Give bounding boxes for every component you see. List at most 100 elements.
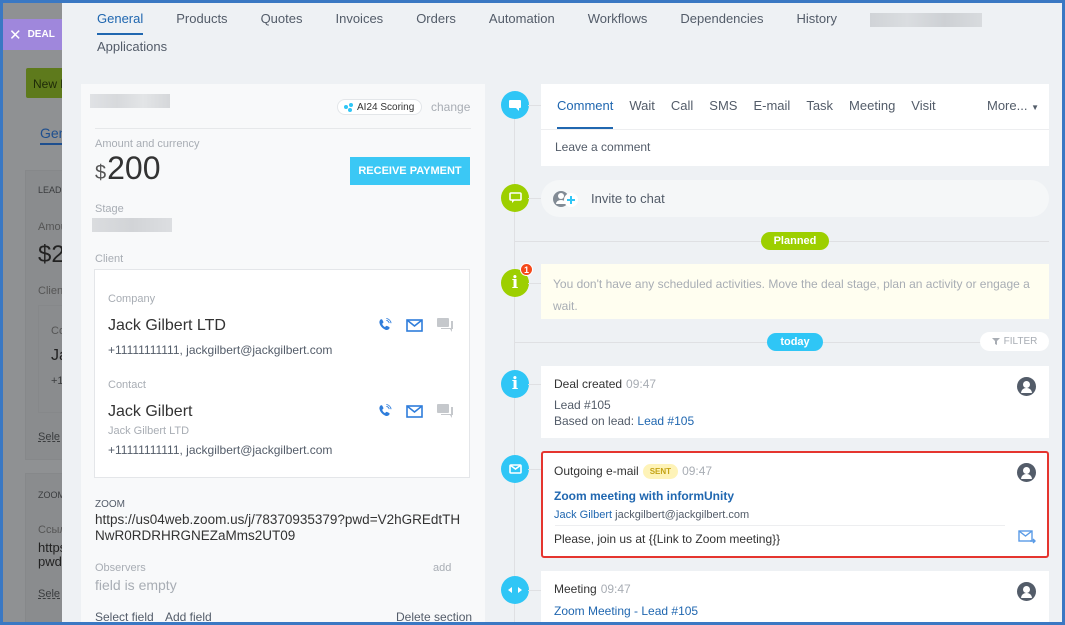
close-deal-tab[interactable]: ✕ DEAL <box>3 19 63 50</box>
today-pill: today <box>767 333 823 351</box>
editor-tab-wait[interactable]: Wait <box>629 84 655 129</box>
client-label: Client <box>95 253 124 265</box>
ai-scoring-badge[interactable]: AI24 Scoring <box>337 99 423 115</box>
chat-icon[interactable] <box>437 318 454 333</box>
change-link[interactable]: change <box>431 100 470 114</box>
phone-icon[interactable] <box>377 318 392 333</box>
ai-scoring-label: AI24 Scoring <box>357 101 415 113</box>
observers-add-link[interactable]: add <box>433 562 451 574</box>
editor-tab-meeting[interactable]: Meeting <box>849 84 895 129</box>
stage-value-redacted[interactable] <box>92 218 172 232</box>
filter-label: FILTER <box>1003 336 1038 347</box>
tab-redacted[interactable] <box>869 13 982 27</box>
tab-applications[interactable]: Applications <box>97 39 167 59</box>
item-based-on: Based on lead: Lead #105 <box>554 414 694 428</box>
lead-link[interactable]: Lead #105 <box>637 414 694 428</box>
divider <box>95 128 471 129</box>
author-avatar-icon[interactable] <box>1017 377 1036 396</box>
observers-label: Observers <box>95 562 146 574</box>
email-icon[interactable] <box>406 319 423 332</box>
email-body: Please, join us at {{Link to Zoom meetin… <box>554 532 781 546</box>
recipient-name-link[interactable]: Jack Gilbert <box>554 509 612 521</box>
info-icon: i <box>501 370 529 398</box>
contact-actions <box>377 404 454 419</box>
tab-quotes[interactable]: Quotes <box>261 11 303 31</box>
deal-slider-panel: General Products Quotes Invoices Orders … <box>62 3 1062 622</box>
amount-value: $200 <box>95 150 161 187</box>
company-actions <box>377 318 454 333</box>
observers-empty: field is empty <box>95 577 177 593</box>
item-time: 09:47 <box>682 464 713 478</box>
editor-tab-task[interactable]: Task <box>806 84 833 129</box>
editor-more-dropdown[interactable]: More... ▼ <box>987 98 1039 113</box>
contact-details: +11111111111, jackgilbert@jackgilbert.co… <box>108 443 333 457</box>
filter-icon <box>991 338 1000 345</box>
chat-icon <box>501 184 529 212</box>
bg-url-line2: pwd <box>38 554 62 569</box>
zoom-url[interactable]: https://us04web.zoom.us/j/78370935379?pw… <box>95 512 465 544</box>
bg-select-link: Sele <box>38 431 61 443</box>
reply-email-icon[interactable] <box>1018 530 1036 549</box>
editor-tab-email[interactable]: E-mail <box>753 84 790 129</box>
email-recipient: Jack Gilbert jackgilbert@jackgilbert.com <box>554 509 749 521</box>
company-details: +11111111111, jackgilbert@jackgilbert.co… <box>108 343 333 357</box>
editor-tab-call[interactable]: Call <box>671 84 693 129</box>
tab-general[interactable]: General <box>97 11 144 35</box>
tab-workflows[interactable]: Workflows <box>588 11 648 31</box>
email-subject-link[interactable]: Zoom meeting with informUnity <box>554 489 734 503</box>
tab-automation[interactable]: Automation <box>489 11 555 31</box>
bg-amount-value: $2 <box>38 241 65 268</box>
bg-client-label: Clien <box>38 285 64 297</box>
chevron-down-icon: ▼ <box>1031 103 1040 112</box>
based-on-label: Based on lead: <box>554 414 635 428</box>
zoom-field-label: ZOOM <box>95 499 125 510</box>
bg-lead-label: LEAD <box>38 185 62 195</box>
email-icon[interactable] <box>406 405 423 418</box>
bg-select-link-2: Sele <box>38 588 61 600</box>
meeting-icon <box>501 576 529 604</box>
timeline-item-meeting: Meeting 09:47 Zoom Meeting - Lead #105 <box>541 571 1049 622</box>
envelope-icon <box>501 455 529 483</box>
recipient-email: jackgilbert@jackgilbert.com <box>615 509 750 521</box>
tab-dependencies[interactable]: Dependencies <box>680 11 763 31</box>
timeline-connector <box>528 283 541 284</box>
timeline-item-deal-created: Deal created 09:47 Lead #105 Based on lea… <box>541 366 1049 438</box>
timeline-connector <box>528 384 541 385</box>
tab-invoices[interactable]: Invoices <box>335 11 383 31</box>
item-title-text: Meeting <box>554 582 597 596</box>
amount-number: 200 <box>107 150 161 186</box>
planned-count-badge: 1 <box>520 263 533 276</box>
close-icon: ✕ <box>9 26 22 44</box>
chat-icon[interactable] <box>437 404 454 419</box>
meeting-link[interactable]: Zoom Meeting - Lead #105 <box>554 604 698 618</box>
more-label: More... <box>987 98 1028 113</box>
author-avatar-icon[interactable] <box>1017 463 1036 482</box>
invite-to-chat-button[interactable]: Invite to chat <box>541 180 1049 217</box>
receive-payment-button[interactable]: RECEIVE PAYMENT <box>350 157 470 185</box>
author-avatar-icon[interactable] <box>1017 582 1036 601</box>
deal-tab-label: DEAL <box>27 29 55 40</box>
select-field-link[interactable]: Select field <box>95 610 154 622</box>
timeline-item-outgoing-email[interactable]: Outgoing e-mail SENT 09:47 Zoom meeting wi… <box>541 451 1049 558</box>
editor-tab-comment[interactable]: Comment <box>557 84 614 129</box>
tab-history[interactable]: History <box>797 11 837 31</box>
comment-input[interactable]: Leave a comment <box>555 140 650 154</box>
timeline-connector <box>528 469 541 470</box>
contact-name[interactable]: Jack Gilbert <box>108 403 192 421</box>
timeline-connector <box>528 590 541 591</box>
editor-tab-sms[interactable]: SMS <box>709 84 737 129</box>
item-time: 09:47 <box>626 377 657 391</box>
item-line: Lead #105 <box>554 398 611 412</box>
delete-section-link[interactable]: Delete section <box>396 610 472 622</box>
editor-tab-visit[interactable]: Visit <box>911 84 935 129</box>
company-name[interactable]: Jack Gilbert LTD <box>108 317 226 335</box>
phone-icon[interactable] <box>377 404 392 419</box>
item-time: 09:47 <box>600 582 631 596</box>
item-title: Deal created 09:47 <box>554 377 656 391</box>
tab-products[interactable]: Products <box>176 11 227 31</box>
sent-badge: SENT <box>642 464 679 479</box>
filter-button[interactable]: FILTER <box>980 332 1049 351</box>
tab-orders[interactable]: Orders <box>416 11 456 31</box>
item-title-text: Outgoing e-mail <box>554 464 639 478</box>
add-field-link[interactable]: Add field <box>165 610 212 622</box>
